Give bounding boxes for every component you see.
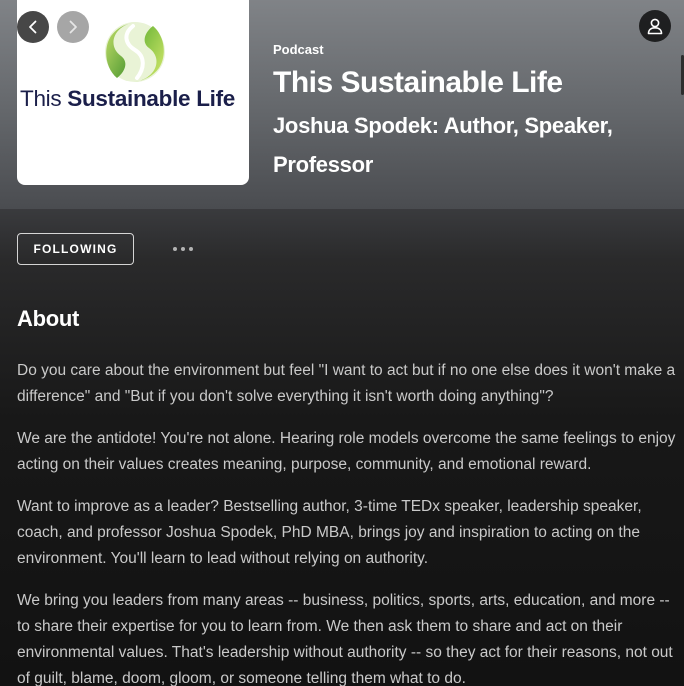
chevron-right-icon	[69, 20, 77, 34]
chevron-left-icon	[29, 20, 37, 34]
content-type-label: Podcast	[273, 42, 324, 57]
cover-title-regular: This	[20, 86, 68, 111]
about-paragraph: Do you care about the environment but fe…	[17, 362, 676, 405]
user-profile-button[interactable]	[639, 10, 671, 42]
more-dot	[173, 247, 177, 251]
about-description: Do you care about the environment but fe…	[17, 358, 677, 686]
more-options-icon[interactable]	[168, 241, 198, 257]
podcast-title: This Sustainable Life	[273, 66, 563, 99]
forward-button[interactable]	[57, 11, 89, 43]
podcast-page: This Sustainable Life Podcast This Susta…	[0, 0, 684, 686]
about-paragraph: We bring you leaders from many areas -- …	[17, 592, 673, 686]
following-button[interactable]: FOLLOWING	[17, 233, 134, 265]
podcast-publisher[interactable]: Joshua Spodek: Author, Speaker, Professo…	[273, 106, 653, 184]
user-icon	[647, 18, 663, 35]
about-heading: About	[17, 306, 80, 331]
more-dot	[189, 247, 193, 251]
leaf-logo-icon	[105, 22, 165, 82]
back-button[interactable]	[17, 11, 49, 43]
cover-title-bold: Sustainable Life	[67, 86, 236, 111]
about-paragraph: We are the antidote! You're not alone. H…	[17, 430, 676, 473]
cover-title: This Sustainable Life	[20, 86, 248, 112]
about-paragraph: Want to improve as a leader? Bestselling…	[17, 498, 642, 567]
podcast-cover-art: This Sustainable Life	[17, 0, 249, 185]
more-dot	[181, 247, 185, 251]
